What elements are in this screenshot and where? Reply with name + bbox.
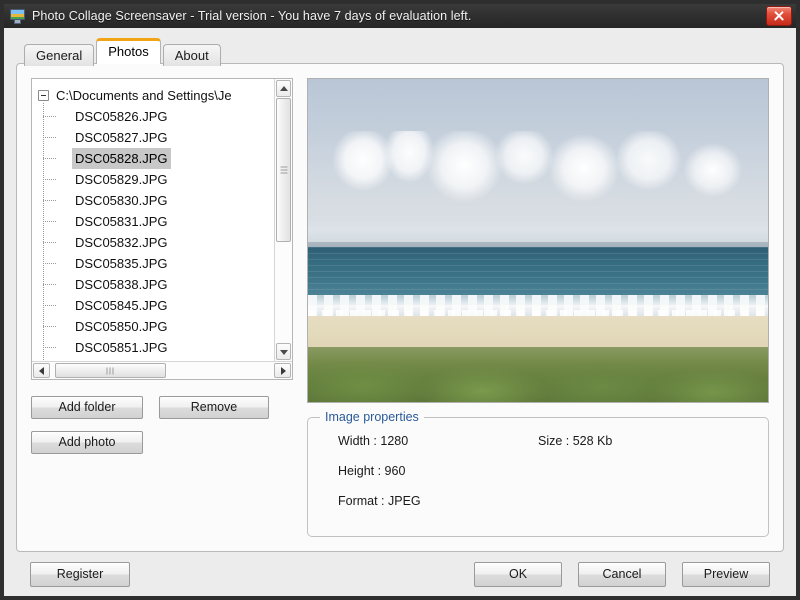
tree-item-label: DSC05850.JPG [75,319,168,334]
tree-horizontal-scrollbar[interactable] [32,361,292,379]
tree-item-label: DSC05835.JPG [75,256,168,271]
vertical-scroll-thumb[interactable] [276,98,291,242]
scroll-left-icon[interactable] [33,363,50,378]
register-button[interactable]: Register [30,561,130,587]
list-item[interactable]: DSC05830.JPG [43,190,274,211]
tree-item-label: DSC05830.JPG [75,193,168,208]
list-item[interactable]: DSC05835.JPG [43,253,274,274]
beach-photo-image [308,79,768,402]
property-size: Size : 528 Kb [538,434,613,448]
list-item[interactable]: DSC05852.JPG [56,358,274,361]
tree-root-node[interactable]: C:\Documents and Settings\Je [38,85,274,106]
list-item[interactable]: DSC05826.JPG [43,106,274,127]
tree-item-label: DSC05826.JPG [75,109,168,124]
tab-strip: General Photos About [16,38,784,66]
horizontal-scroll-thumb[interactable] [55,363,167,378]
list-item[interactable]: DSC05831.JPG [43,211,274,232]
list-item[interactable]: DSC05827.JPG [43,127,274,148]
title-bar: Photo Collage Screensaver - Trial versio… [4,4,796,28]
list-item-selected[interactable]: DSC05828.JPG [43,148,274,169]
tree-item-label: DSC05838.JPG [75,277,168,292]
tree-item-label: DSC05852.JPG [72,358,171,361]
horizontal-scroll-track[interactable] [51,362,273,379]
tree-item-label: DSC05831.JPG [75,214,168,229]
tree-root-label: C:\Documents and Settings\Je [56,88,232,103]
tab-general[interactable]: General [24,44,95,66]
image-properties-grid: Width : 1280 Size : 528 Kb Height : 960 … [326,434,752,508]
tree-item-label: DSC05829.JPG [75,172,168,187]
property-blank-1 [538,464,752,478]
left-column: C:\Documents and Settings\Je DSC05826.JP… [31,78,293,537]
collapse-icon[interactable] [38,90,49,101]
scroll-down-icon[interactable] [276,343,291,360]
ok-button[interactable]: OK [474,561,562,587]
property-blank-2 [538,494,752,508]
property-height: Height : 960 [338,464,406,478]
tree-vertical-scrollbar[interactable] [274,79,292,361]
list-item[interactable]: DSC05832.JPG [43,232,274,253]
list-item[interactable]: DSC05851.JPG [43,337,274,358]
tree-content: C:\Documents and Settings\Je DSC05826.JP… [32,79,274,361]
tree-item-label: DSC05828.JPG [72,148,171,169]
tree-children: DSC05826.JPG DSC05827.JPG DSC05828.JPG D… [38,103,274,361]
list-item[interactable]: DSC05838.JPG [43,274,274,295]
property-format: Format : JPEG [338,494,421,508]
right-column: Image properties Width : 1280 Size : 528… [307,78,769,537]
tab-panel-photos: C:\Documents and Settings\Je DSC05826.JP… [16,63,784,552]
bottom-button-bar: Register OK Cancel Preview [16,552,784,596]
client-area: General Photos About C:\Documents and Se… [4,28,796,596]
list-item[interactable]: DSC05850.JPG [43,316,274,337]
monitor-photo-icon [10,8,26,24]
remove-button[interactable]: Remove [159,396,269,419]
preview-button[interactable]: Preview [682,561,770,587]
tree-item-label: DSC05845.JPG [75,298,168,313]
close-icon[interactable] [766,6,792,26]
image-properties-legend: Image properties [320,410,424,424]
property-width: Width : 1280 [338,434,409,448]
tab-photos[interactable]: Photos [96,38,161,64]
scroll-up-icon[interactable] [276,80,291,97]
scroll-right-icon[interactable] [274,363,291,378]
list-item[interactable]: DSC05845.JPG [43,295,274,316]
add-folder-button[interactable]: Add folder [31,396,143,419]
tree-item-label: DSC05832.JPG [75,235,168,250]
list-item[interactable]: DSC05829.JPG [43,169,274,190]
application-window: Photo Collage Screensaver - Trial versio… [0,0,800,600]
tree-item-label: DSC05827.JPG [75,130,168,145]
tree-item-label: DSC05851.JPG [75,340,168,355]
tab-about[interactable]: About [162,44,221,66]
photo-preview [307,78,769,403]
vertical-scroll-track[interactable] [275,98,292,342]
left-button-group: Add folder Remove Add photo [31,396,293,466]
image-properties-group: Image properties Width : 1280 Size : 528… [307,410,769,537]
window-title: Photo Collage Screensaver - Trial versio… [32,9,472,23]
photo-file-tree[interactable]: C:\Documents and Settings\Je DSC05826.JP… [31,78,293,380]
add-photo-button[interactable]: Add photo [31,431,143,454]
cancel-button[interactable]: Cancel [578,561,666,587]
